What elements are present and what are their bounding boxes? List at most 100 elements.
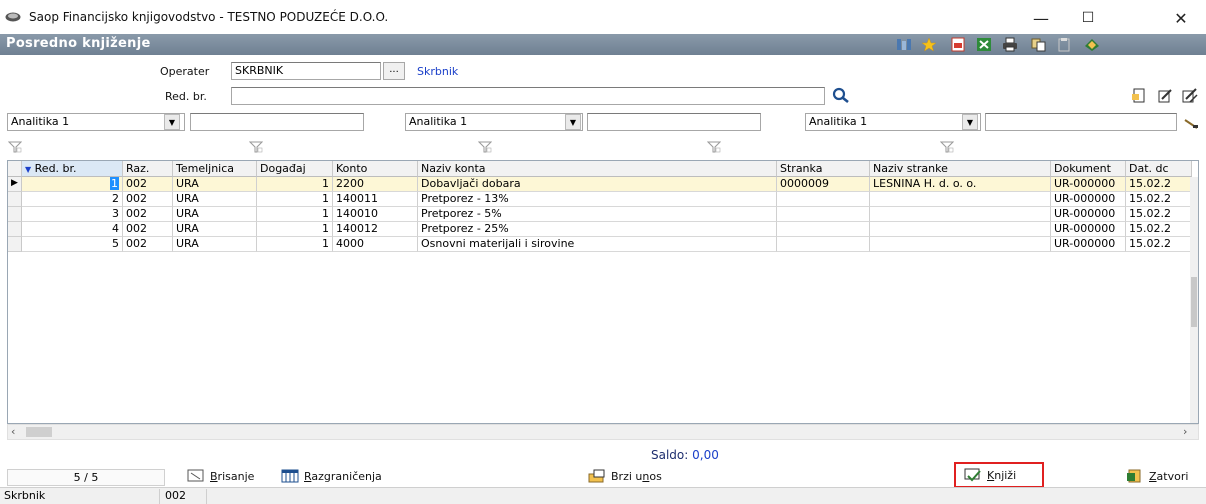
scroll-left-icon[interactable]: ‹ <box>11 425 15 438</box>
print-icon[interactable] <box>1002 37 1018 52</box>
filter-funnel-icon[interactable] <box>707 141 721 153</box>
exit-icon[interactable] <box>1084 37 1100 52</box>
cell-naziv-konta[interactable]: Pretporez - 25% <box>418 222 777 237</box>
chevron-down-icon[interactable]: ▼ <box>164 114 180 130</box>
redbr-field[interactable] <box>231 87 825 105</box>
cell-naziv-konta[interactable]: Pretporez - 13% <box>418 192 777 207</box>
cell-konto[interactable]: 140012 <box>333 222 418 237</box>
cell-konto[interactable]: 140011 <box>333 192 418 207</box>
filter-funnel-icon[interactable] <box>8 141 22 153</box>
horizontal-scrollbar-thumb[interactable] <box>26 427 52 437</box>
cell-redbr[interactable]: 3 <box>22 207 123 222</box>
cell-naziv-stranke[interactable] <box>870 237 1051 252</box>
cell-dokument[interactable]: UR-000000 <box>1051 177 1126 192</box>
operater-field[interactable]: SKRBNIK <box>231 62 381 80</box>
chevron-down-icon[interactable]: ▼ <box>565 114 581 130</box>
cell-temeljnica[interactable]: URA <box>173 237 257 252</box>
cell-temeljnica[interactable]: URA <box>173 207 257 222</box>
cell-datum[interactable]: 15.02.2 <box>1126 222 1192 237</box>
cell-dokument[interactable]: UR-000000 <box>1051 192 1126 207</box>
paste-disabled-icon[interactable] <box>1056 37 1072 52</box>
cell-naziv-stranke[interactable] <box>870 192 1051 207</box>
column-header-temeljnica[interactable]: Temeljnica <box>173 161 257 177</box>
cell-datum[interactable]: 15.02.2 <box>1126 192 1192 207</box>
brzi-unos-button[interactable]: Brzi unos <box>588 469 662 483</box>
cell-temeljnica[interactable]: URA <box>173 192 257 207</box>
cell-datum[interactable]: 15.02.2 <box>1126 207 1192 222</box>
favorite-star-icon[interactable] <box>921 37 937 52</box>
cell-redbr[interactable]: 5 <box>22 237 123 252</box>
cell-raz[interactable]: 002 <box>123 192 173 207</box>
cell-naziv-stranke[interactable] <box>870 207 1051 222</box>
column-header-dokument[interactable]: Dokument <box>1051 161 1126 177</box>
filter-funnel-icon[interactable] <box>249 141 263 153</box>
column-header-redbr[interactable]: ▼ Red. br. <box>22 161 123 177</box>
cell-datum[interactable]: 15.02.2 <box>1126 237 1192 252</box>
operater-name-link[interactable]: Skrbnik <box>417 65 458 78</box>
cell-dokument[interactable]: UR-000000 <box>1051 207 1126 222</box>
analitika-value-1[interactable] <box>190 113 364 131</box>
vertical-scrollbar-thumb[interactable] <box>1191 277 1197 327</box>
table-row[interactable]: 3 002 URA 1 140010 Pretporez - 5% UR-000… <box>8 207 1192 222</box>
cell-stranka[interactable] <box>777 207 870 222</box>
column-header-naziv-stranke[interactable]: Naziv stranke <box>870 161 1051 177</box>
filter-funnel-icon[interactable] <box>940 141 954 153</box>
pdf-export-icon[interactable] <box>950 37 966 52</box>
cell-redbr[interactable]: 4 <box>22 222 123 237</box>
cell-raz[interactable]: 002 <box>123 177 173 192</box>
entries-grid[interactable]: ▼ Red. br. Raz. Temeljnica Događaj Konto… <box>7 160 1199 424</box>
close-button[interactable]: ✕ <box>1158 4 1204 32</box>
edit-icon[interactable] <box>1157 88 1173 103</box>
column-header-naziv-konta[interactable]: Naziv konta <box>418 161 777 177</box>
knjizi-button[interactable]: Knjiži <box>954 462 1044 488</box>
cell-raz[interactable]: 002 <box>123 222 173 237</box>
horizontal-scrollbar[interactable]: ‹ › <box>7 424 1199 440</box>
new-document-icon[interactable] <box>1131 88 1147 103</box>
cell-dokument[interactable]: UR-000000 <box>1051 237 1126 252</box>
analitika-select-2[interactable]: Analitika 1 <box>405 113 583 131</box>
columns-icon[interactable] <box>896 37 912 52</box>
cell-dogadaj[interactable]: 1 <box>257 237 333 252</box>
cell-datum[interactable]: 15.02.2 <box>1126 177 1192 192</box>
table-row[interactable]: 2 002 URA 1 140011 Pretporez - 13% UR-00… <box>8 192 1192 207</box>
copy-icon[interactable] <box>1031 37 1047 52</box>
cell-dogadaj[interactable]: 1 <box>257 222 333 237</box>
cell-naziv-stranke[interactable]: LESNINA H. d. o. o. <box>870 177 1051 192</box>
cell-stranka[interactable] <box>777 237 870 252</box>
maximize-button[interactable]: ☐ <box>1065 4 1111 32</box>
analitika-value-3[interactable] <box>985 113 1177 131</box>
cell-konto[interactable]: 2200 <box>333 177 418 192</box>
chevron-down-icon[interactable]: ▼ <box>962 114 978 130</box>
cell-naziv-konta[interactable]: Pretporez - 5% <box>418 207 777 222</box>
edit-all-icon[interactable] <box>1182 88 1198 103</box>
cell-dogadaj[interactable]: 1 <box>257 207 333 222</box>
column-header-dogadaj[interactable]: Događaj <box>257 161 333 177</box>
column-header-datum[interactable]: Dat. dc <box>1126 161 1192 177</box>
table-row[interactable]: 5 002 URA 1 4000 Osnovni materijali i si… <box>8 237 1192 252</box>
cell-naziv-stranke[interactable] <box>870 222 1051 237</box>
cell-redbr[interactable]: 2 <box>22 192 123 207</box>
cell-konto[interactable]: 140010 <box>333 207 418 222</box>
clear-filter-icon[interactable] <box>1183 116 1199 130</box>
column-header-raz[interactable]: Raz. <box>123 161 173 177</box>
cell-naziv-konta[interactable]: Dobavljači dobara <box>418 177 777 192</box>
minimize-button[interactable]: — <box>1018 4 1064 32</box>
cell-dogadaj[interactable]: 1 <box>257 192 333 207</box>
cell-naziv-konta[interactable]: Osnovni materijali i sirovine <box>418 237 777 252</box>
filter-funnel-icon[interactable] <box>478 141 492 153</box>
cell-stranka[interactable] <box>777 192 870 207</box>
column-header-stranka[interactable]: Stranka <box>777 161 870 177</box>
cell-raz[interactable]: 002 <box>123 207 173 222</box>
analitika-value-2[interactable] <box>587 113 761 131</box>
excel-export-icon[interactable] <box>976 37 992 52</box>
brisanje-button[interactable]: Brisanje <box>187 469 254 483</box>
scroll-right-icon[interactable]: › <box>1183 425 1187 438</box>
razgranicenja-button[interactable]: Razgraničenja <box>281 469 382 483</box>
column-header-konto[interactable]: Konto <box>333 161 418 177</box>
cell-redbr[interactable]: 1 <box>22 177 123 192</box>
cell-raz[interactable]: 002 <box>123 237 173 252</box>
analitika-select-1[interactable]: Analitika 1 <box>7 113 185 131</box>
cell-dokument[interactable]: UR-000000 <box>1051 222 1126 237</box>
cell-temeljnica[interactable]: URA <box>173 177 257 192</box>
analitika-select-3[interactable]: Analitika 1 <box>805 113 981 131</box>
